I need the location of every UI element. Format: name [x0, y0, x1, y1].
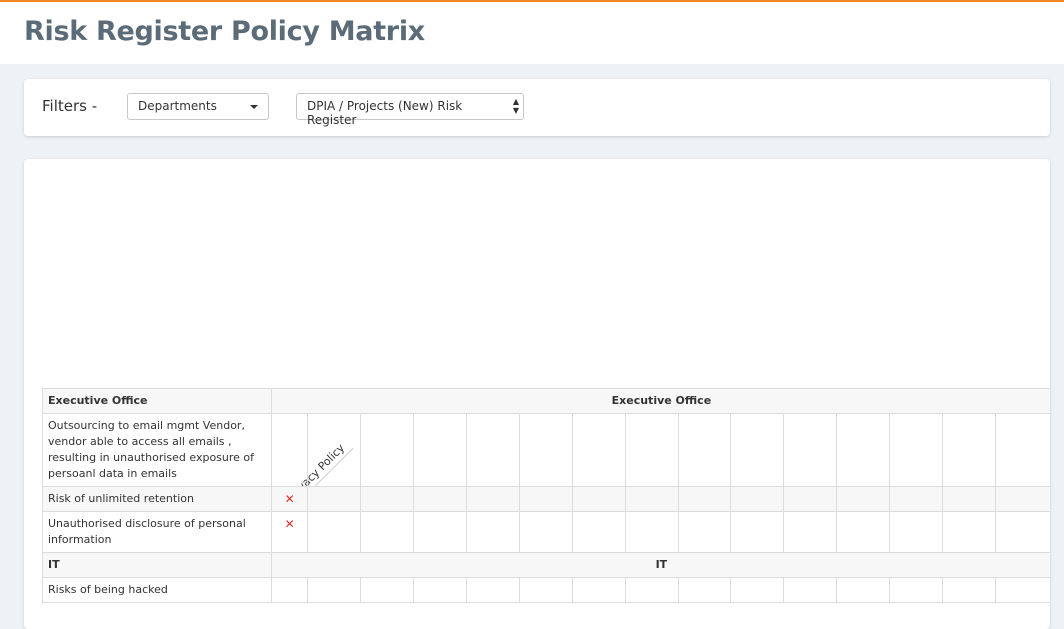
- risk-row: Risks of being hacked: [42, 577, 1050, 603]
- group-title: IT: [270, 552, 1050, 578]
- page-title: Risk Register Policy Matrix: [24, 16, 425, 47]
- risk-row: Risk of unlimited retention ✕: [42, 486, 1050, 512]
- risk-policy-table: Executive Office Executive Office Outsou…: [42, 388, 1050, 603]
- x-mark-icon: ✕: [284, 492, 295, 506]
- filter-panel: Filters - Departments DPIA / Projects (N…: [24, 79, 1050, 136]
- department-select-value: Departments: [138, 99, 217, 113]
- group-row-executive-office: Executive Office Executive Office: [42, 388, 1050, 414]
- risk-register-select-value: DPIA / Projects (New) Risk Register: [307, 99, 463, 127]
- matrix-cell[interactable]: ✕: [270, 511, 309, 553]
- group-row-it: IT IT: [42, 552, 1050, 578]
- risk-row: Unauthorised disclosure of personal info…: [42, 511, 1050, 553]
- department-select[interactable]: Departments: [127, 93, 269, 120]
- x-mark-icon: ✕: [284, 517, 295, 531]
- risk-register-select[interactable]: DPIA / Projects (New) Risk Register ▲ ▼: [296, 93, 524, 127]
- group-label: IT: [42, 552, 272, 578]
- up-down-arrows-icon: ▲ ▼: [512, 97, 519, 115]
- risk-label: Unauthorised disclosure of personal info…: [42, 511, 272, 553]
- risk-label: Risk of unlimited retention: [42, 486, 272, 512]
- matrix-cell[interactable]: [270, 413, 309, 487]
- header-bar: Risk Register Policy Matrix: [0, 0, 1064, 64]
- matrix-cell[interactable]: ✕: [270, 486, 309, 512]
- group-title: Executive Office: [270, 388, 1050, 414]
- policy-matrix-panel: Privacy Policy Executive Office Executiv…: [24, 159, 1050, 629]
- chevron-down-icon: [250, 105, 258, 109]
- risk-label: Outsourcing to email mgmt Vendor, vendor…: [42, 413, 272, 487]
- matrix-cell[interactable]: [270, 577, 309, 603]
- group-label: Executive Office: [42, 388, 272, 414]
- filters-label: Filters -: [42, 97, 98, 115]
- risk-label: Risks of being hacked: [42, 577, 272, 603]
- risk-row: Outsourcing to email mgmt Vendor, vendor…: [42, 413, 1050, 487]
